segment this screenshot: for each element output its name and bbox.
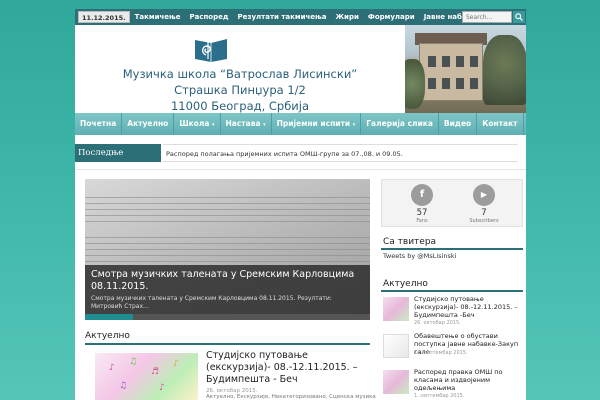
nav-item-video[interactable]: Видео [439,113,478,135]
header-school-name: Музичка школа “Ватрослав Лисински” [122,67,358,81]
social-counter: f 57 Fans ▶ 7 Subscribers [381,179,523,227]
slider-progress [85,314,370,320]
recent-post-thumbnail[interactable] [383,370,409,394]
top-nav: Такмичење Распоред Резултати такмичења Ж… [135,13,490,21]
nav-item-aktuelno[interactable]: Актуелно [122,113,175,135]
post-title[interactable]: Студијско путовање (екскурзија)- 08.-12.… [206,350,366,386]
slide-title[interactable]: Смотра музичких талената у Сремским Карл… [91,269,364,293]
top-nav-item-takmicenje[interactable]: Такмичење [135,13,181,21]
recent-post-thumbnail[interactable] [383,297,409,321]
youtube-count: 7 [481,208,487,218]
nav-item-nastava[interactable]: Настава ▾ [221,113,272,135]
ticker-link[interactable]: Распоред полагања пријемних испита ОМШ-г… [163,144,518,162]
recent-post-item[interactable]: Обавештење о обустави поступка јавне наб… [383,332,523,362]
main-nav: Почетна Актуелно Школа ▾ Настава ▾ Прије… [75,113,526,135]
nav-item-galerija[interactable]: Галерија слика [361,113,439,135]
nav-item-label: Настава [225,119,261,128]
nav-item-label: Пријемни испити [276,119,351,128]
top-nav-item-raspored[interactable]: Распоред [189,13,228,21]
header-street: Страшка Пинџура 1/2 [174,83,306,97]
top-nav-item-ziri[interactable]: Жири [335,13,358,21]
school-logo-icon[interactable] [193,37,229,63]
search-input[interactable] [462,11,512,23]
twitter-link[interactable]: Tweets by @MsLisinski [383,252,456,260]
post-categories[interactable]: Актуелно, Екскурзије, Некатегоризовано, … [206,394,376,400]
slide-excerpt: Смотра музичких талената у Сремским Карл… [91,295,332,310]
nav-item-skola[interactable]: Школа ▾ [174,113,221,135]
section-underline [381,290,523,292]
site-header: Музичка школа “Ватрослав Лисински” Страш… [75,25,526,113]
facebook-counter[interactable]: f 57 Fans [402,184,442,224]
top-bar: 11.12.2015. Такмичење Распоред Резултати… [75,9,526,25]
search-icon [515,13,523,21]
nav-item-prijemni[interactable]: Пријемни испити ▾ [272,113,362,135]
chevron-down-icon: ▾ [352,122,356,128]
nav-item-kontakt[interactable]: Контакт [477,113,524,135]
recent-post-item[interactable]: Распоред прaвка ОМШ по класама и издвоје… [383,368,523,399]
top-nav-item-rezultati[interactable]: Резултати такмичења [238,13,327,21]
youtube-counter[interactable]: ▶ 7 Subscribers [464,184,504,224]
nav-item-label: Школа [179,119,210,128]
section-title-twitter: Са твитера [383,237,437,247]
youtube-icon: ▶ [473,184,495,206]
youtube-label: Subscribers [469,218,499,224]
nav-item-pocetna[interactable]: Почетна [75,113,123,135]
header-city: 11000 Београд, Србија [170,99,310,113]
facebook-count: 57 [416,208,428,218]
chevron-down-icon: ▾ [212,122,215,128]
recent-post-item[interactable]: Студијско путовање (екскурзија)- 08.-12.… [383,295,523,326]
recent-post-thumbnail[interactable] [383,334,409,358]
recent-post-title[interactable]: Распоред прaвка ОМШ по класама и издвоје… [414,368,522,392]
recent-post-date: 14. септембар 2015. [414,350,468,356]
divider [75,169,526,170]
post-thumbnail[interactable]: ♪ ♫ ♬ ♪ ♫ ♪ [95,353,198,400]
section-underline [85,343,370,345]
content-panel: Последње новости Распоред полагања прије… [75,135,526,400]
facebook-label: Fans [416,218,428,224]
ticker-label: Последње новости [75,144,161,176]
recent-post-title[interactable]: Студијско путовање (екскурзија)- 08.-12.… [414,295,522,319]
featured-slider[interactable]: Смотра музичких талената у Сремским Карл… [85,179,370,320]
news-ticker: Последње новости Распоред полагања прије… [75,144,526,176]
current-date: 11.12.2015. [78,11,130,23]
top-nav-item-formulari[interactable]: Формулари [368,13,415,21]
facebook-icon: f [411,184,433,206]
chevron-down-icon: ▾ [263,122,266,128]
header-building-photo [405,25,526,113]
slide-caption[interactable]: Смотра музичких талената у Сремским Карл… [85,265,370,314]
search-button[interactable] [513,11,525,23]
recent-post-date: 1. септембар 2015. [414,393,465,399]
recent-post-date: 26. октобар 2015. [414,320,461,326]
section-underline [381,248,523,250]
section-title-recent: Актуелно [383,279,428,289]
section-title-aktuelno: Актуелно [85,331,130,341]
page-container: 11.12.2015. Такмичење Распоред Резултати… [75,0,526,400]
